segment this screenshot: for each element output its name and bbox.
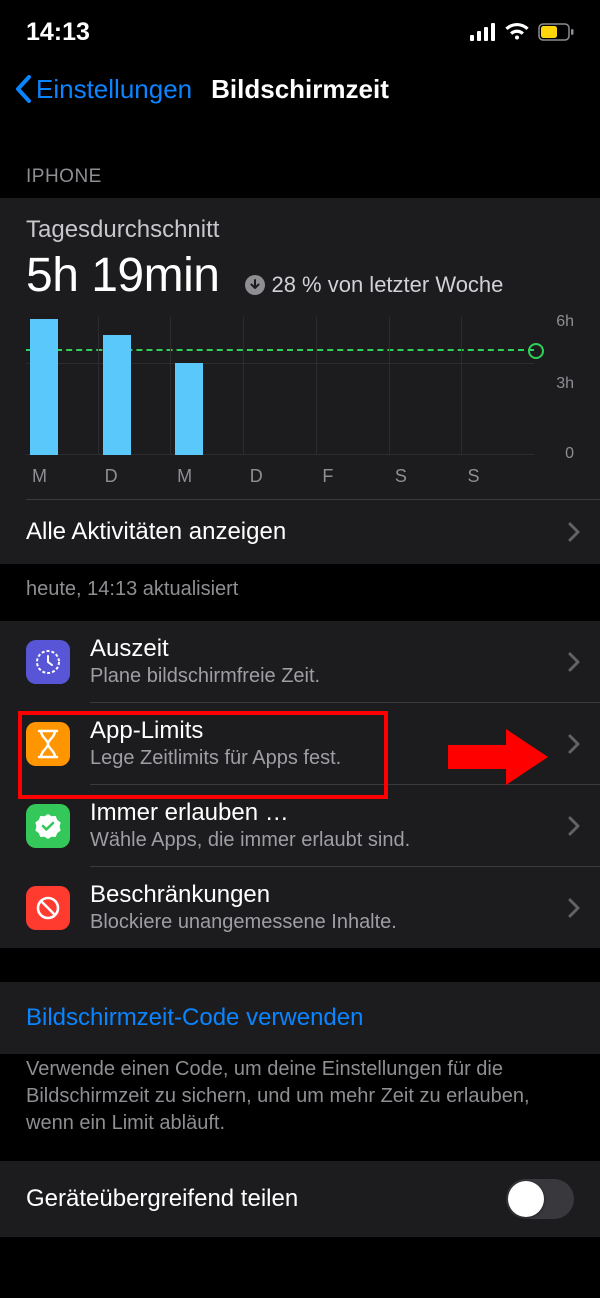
- chevron-right-icon: [568, 816, 580, 836]
- item-title: Beschränkungen: [90, 881, 568, 909]
- x-tick: M: [171, 466, 244, 487]
- chevron-right-icon: [568, 734, 580, 754]
- x-tick: D: [244, 466, 317, 487]
- all-activities-label: Alle Aktivitäten anzeigen: [26, 518, 568, 546]
- nav-bar: Einstellungen Bildschirmzeit: [0, 64, 600, 114]
- list-item-app-limits[interactable]: App-LimitsLege Zeitlimits für Apps fest.: [0, 703, 600, 784]
- x-tick: M: [26, 466, 99, 487]
- list-item-beschr-nkungen[interactable]: BeschränkungenBlockiere unangemessene In…: [0, 867, 600, 948]
- arrow-down-icon: [245, 275, 265, 295]
- status-right: [470, 22, 574, 42]
- chevron-right-icon: [568, 898, 580, 918]
- summary-panel: Tagesdurchschnitt 5h 19min 28 % von letz…: [0, 198, 600, 564]
- hourglass-icon: [26, 722, 70, 766]
- y-tick-0: 0: [565, 445, 574, 463]
- avg-value: 5h 19min: [26, 248, 219, 303]
- signal-icon: [470, 23, 496, 41]
- chart-bar: [175, 363, 203, 455]
- share-row: Geräteübergreifend teilen: [0, 1161, 600, 1237]
- all-activities-row[interactable]: Alle Aktivitäten anzeigen: [0, 500, 600, 564]
- item-title: App-Limits: [90, 717, 568, 745]
- wifi-icon: [504, 22, 530, 42]
- x-tick: S: [389, 466, 462, 487]
- x-tick: D: [99, 466, 172, 487]
- chevron-left-icon: [14, 75, 32, 103]
- item-subtitle: Plane bildschirmfreie Zeit.: [90, 665, 568, 688]
- avg-label: Tagesdurchschnitt: [26, 216, 574, 244]
- back-button[interactable]: Einstellungen: [0, 74, 192, 105]
- item-title: Auszeit: [90, 635, 568, 663]
- code-panel: Bildschirmzeit-Code verwenden: [0, 982, 600, 1054]
- clock-icon: [26, 640, 70, 684]
- item-title: Immer erlauben …: [90, 799, 568, 827]
- share-toggle[interactable]: [506, 1179, 574, 1219]
- chevron-right-icon: [568, 652, 580, 672]
- status-bar: 14:13: [0, 0, 600, 64]
- updated-timestamp: heute, 14:13 aktualisiert: [0, 564, 600, 621]
- item-subtitle: Lege Zeitlimits für Apps fest.: [90, 747, 568, 770]
- delta-text: 28 % von letzter Woche: [245, 272, 503, 298]
- x-tick: S: [461, 466, 534, 487]
- nosign-icon: [26, 886, 70, 930]
- share-label: Geräteübergreifend teilen: [26, 1185, 506, 1213]
- settings-list: AuszeitPlane bildschirmfreie Zeit.App-Li…: [0, 621, 600, 948]
- section-header: IPHONE: [0, 114, 600, 198]
- list-item-auszeit[interactable]: AuszeitPlane bildschirmfreie Zeit.: [0, 621, 600, 702]
- y-tick-3: 3h: [556, 375, 574, 393]
- y-tick-6: 6h: [556, 313, 574, 331]
- check-icon: [26, 804, 70, 848]
- chart-bar: [103, 335, 131, 455]
- status-time: 14:13: [26, 18, 90, 47]
- code-link-row[interactable]: Bildschirmzeit-Code verwenden: [0, 982, 600, 1054]
- chart-bar: [30, 319, 58, 455]
- page-title: Bildschirmzeit: [211, 74, 389, 105]
- item-subtitle: Wähle Apps, die immer erlaubt sind.: [90, 829, 568, 852]
- back-label: Einstellungen: [36, 74, 192, 105]
- item-subtitle: Blockiere unangemessene Inhalte.: [90, 911, 568, 934]
- code-link-label: Bildschirmzeit-Code verwenden: [26, 1004, 363, 1031]
- code-footer: Verwende einen Code, um deine Einstellun…: [0, 1054, 600, 1161]
- usage-chart: 6h 3h 0 MDMDFSS: [0, 311, 600, 487]
- list-item-immer-erlauben[interactable]: Immer erlauben …Wähle Apps, die immer er…: [0, 785, 600, 866]
- chevron-right-icon: [568, 522, 580, 542]
- x-tick: F: [316, 466, 389, 487]
- battery-icon: [538, 23, 574, 41]
